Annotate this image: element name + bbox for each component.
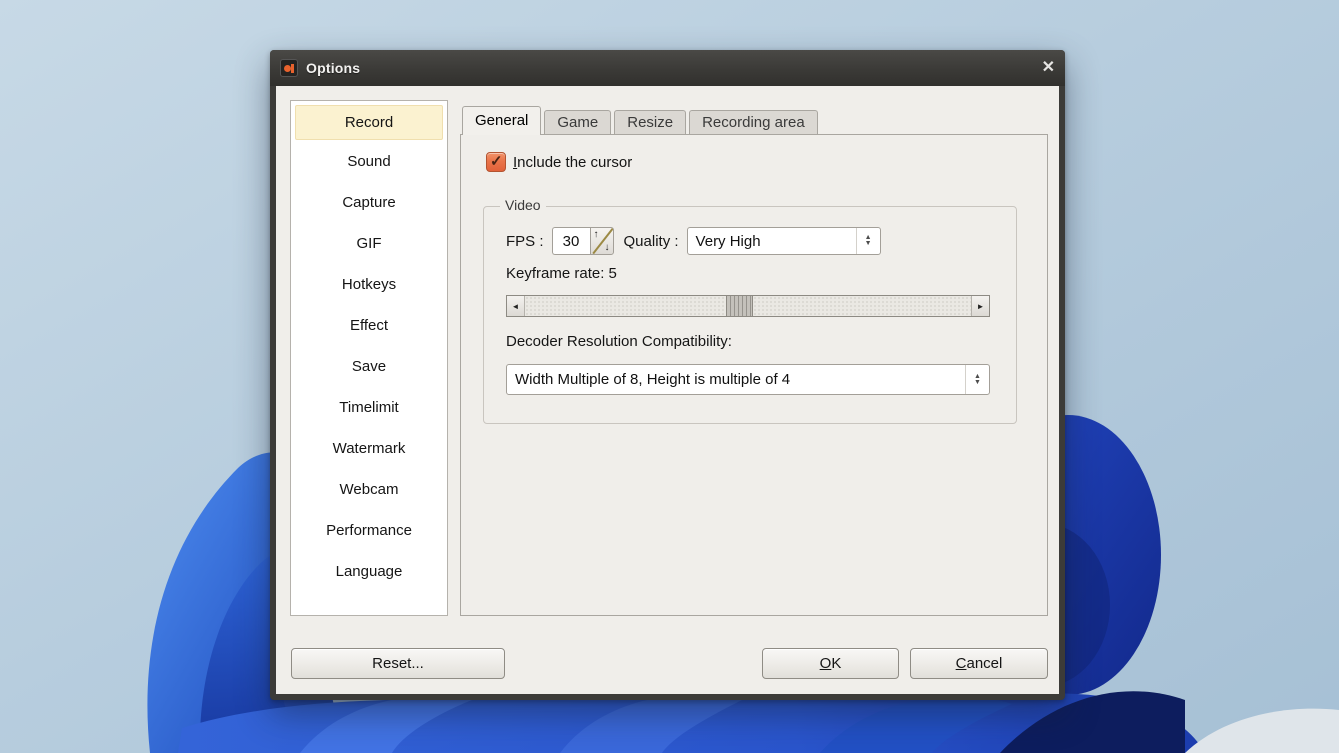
decoder-selected-value: Width Multiple of 8, Height is multiple … xyxy=(507,371,965,388)
dialog-client-area: Record Sound Capture GIF Hotkeys Effect … xyxy=(276,86,1059,694)
keyframe-rate-value: 5 xyxy=(609,265,617,282)
keyframe-rate-slider[interactable]: ◄ ► xyxy=(506,295,990,317)
tab-resize[interactable]: Resize xyxy=(614,110,686,135)
quality-spinner-icon[interactable]: ▲ ▼ xyxy=(856,228,880,254)
slider-thumb[interactable] xyxy=(726,296,753,316)
spinner-down-icon[interactable]: ▼ xyxy=(865,241,872,247)
sidebar-item-record[interactable]: Record xyxy=(295,105,443,140)
sidebar-item-effect[interactable]: Effect xyxy=(295,307,443,345)
sidebar-item-watermark[interactable]: Watermark xyxy=(295,430,443,468)
tab-bar: General Game Resize Recording area xyxy=(462,106,821,135)
sidebar-item-gif[interactable]: GIF xyxy=(295,225,443,263)
cancel-button[interactable]: Cancel xyxy=(910,648,1048,679)
sidebar-item-sound[interactable]: Sound xyxy=(295,143,443,181)
sidebar-item-timelimit[interactable]: Timelimit xyxy=(295,389,443,427)
decoder-spinner-icon[interactable]: ▲ ▼ xyxy=(965,365,989,394)
fps-input[interactable] xyxy=(552,227,590,255)
tab-general[interactable]: General xyxy=(462,106,541,135)
sidebar-item-performance[interactable]: Performance xyxy=(295,512,443,550)
sidebar-item-webcam[interactable]: Webcam xyxy=(295,471,443,509)
options-dialog: Options ✕ Record Sound Capture GIF Hotke… xyxy=(270,50,1065,700)
fps-quality-row: FPS : ↑ ↓ Quality : Very High ▲ xyxy=(506,227,881,255)
fps-spin-up-icon[interactable]: ↑ xyxy=(594,229,599,240)
ok-button[interactable]: OK xyxy=(762,648,899,679)
include-cursor-label: Include the cursor xyxy=(513,154,632,171)
sidebar-item-save[interactable]: Save xyxy=(295,348,443,386)
spinner-down-icon[interactable]: ▼ xyxy=(974,380,981,386)
sidebar-item-language[interactable]: Language xyxy=(295,553,443,591)
checkmark-icon: ✓ xyxy=(490,152,503,170)
sidebar-item-capture[interactable]: Capture xyxy=(295,184,443,222)
slider-track[interactable] xyxy=(525,296,971,316)
close-icon[interactable]: ✕ xyxy=(1025,50,1055,86)
desktop: Options ✕ Record Sound Capture GIF Hotke… xyxy=(0,0,1339,753)
reset-button[interactable]: Reset... xyxy=(291,648,505,679)
options-category-list: Record Sound Capture GIF Hotkeys Effect … xyxy=(290,100,448,616)
window-title: Options xyxy=(306,60,360,76)
fps-label: FPS : xyxy=(506,233,544,250)
slider-left-arrow[interactable]: ◄ xyxy=(507,296,525,316)
video-groupbox: Video FPS : ↑ ↓ Quality : Very High xyxy=(483,206,1017,424)
sidebar-item-hotkeys[interactable]: Hotkeys xyxy=(295,266,443,304)
tab-recording-area[interactable]: Recording area xyxy=(689,110,818,135)
video-group-legend: Video xyxy=(500,197,546,213)
tab-game[interactable]: Game xyxy=(544,110,611,135)
titlebar[interactable]: Options ✕ xyxy=(270,50,1065,86)
quality-label: Quality : xyxy=(624,233,679,250)
fps-spinner-button[interactable]: ↑ ↓ xyxy=(590,227,614,255)
fps-spin-down-icon[interactable]: ↓ xyxy=(605,242,610,253)
fps-spinfield: ↑ ↓ xyxy=(552,227,614,255)
checkbox-checked-icon[interactable]: ✓ xyxy=(486,152,506,172)
app-icon xyxy=(280,59,298,77)
keyframe-rate-label: Keyframe rate: 5 xyxy=(506,265,617,282)
decoder-compatibility-label: Decoder Resolution Compatibility: xyxy=(506,333,732,350)
slider-right-arrow[interactable]: ► xyxy=(971,296,989,316)
app-icon-bar xyxy=(291,64,294,73)
decoder-compatibility-select[interactable]: Width Multiple of 8, Height is multiple … xyxy=(506,364,990,395)
quality-selected-value: Very High xyxy=(688,233,856,250)
include-cursor-checkbox[interactable]: ✓ Include the cursor xyxy=(486,152,632,172)
app-icon-record-dot xyxy=(284,65,291,72)
quality-select[interactable]: Very High ▲ ▼ xyxy=(687,227,881,255)
